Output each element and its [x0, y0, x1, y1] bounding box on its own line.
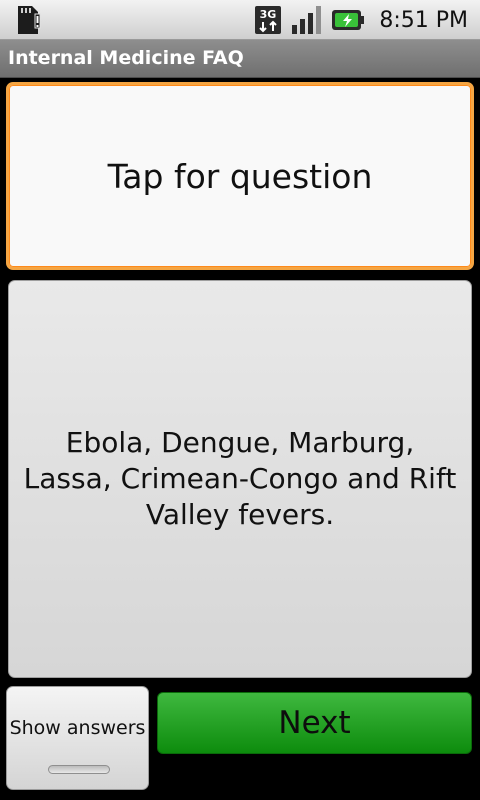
status-icons: 3G 8:51 PM	[255, 0, 468, 40]
3g-data-icon: 3G	[255, 6, 282, 34]
app-title: Internal Medicine FAQ	[8, 47, 244, 69]
signal-strength-icon	[292, 6, 322, 34]
battery-charging-icon	[332, 10, 365, 30]
answer-card[interactable]: Ebola, Dengue, Marburg, Lassa, Crimean-C…	[8, 280, 472, 678]
title-bar: Internal Medicine FAQ	[0, 40, 480, 78]
next-button[interactable]: Next	[157, 692, 472, 754]
answer-text: Ebola, Dengue, Marburg, Lassa, Crimean-C…	[23, 426, 457, 531]
status-bar: 3G 8:51 PM	[0, 0, 480, 40]
status-clock: 8:51 PM	[379, 7, 468, 33]
show-answers-label: Show answers	[9, 717, 146, 739]
question-card[interactable]: Tap for question	[6, 82, 474, 270]
question-text: Tap for question	[107, 156, 373, 196]
toggle-indicator	[48, 765, 110, 774]
sd-card-warning-icon	[18, 6, 41, 34]
next-button-label: Next	[278, 705, 351, 741]
show-answers-toggle-button[interactable]: Show answers	[6, 686, 149, 790]
main-content: Tap for question Ebola, Dengue, Marburg,…	[0, 78, 480, 800]
network-badge-text: 3G	[260, 8, 277, 21]
